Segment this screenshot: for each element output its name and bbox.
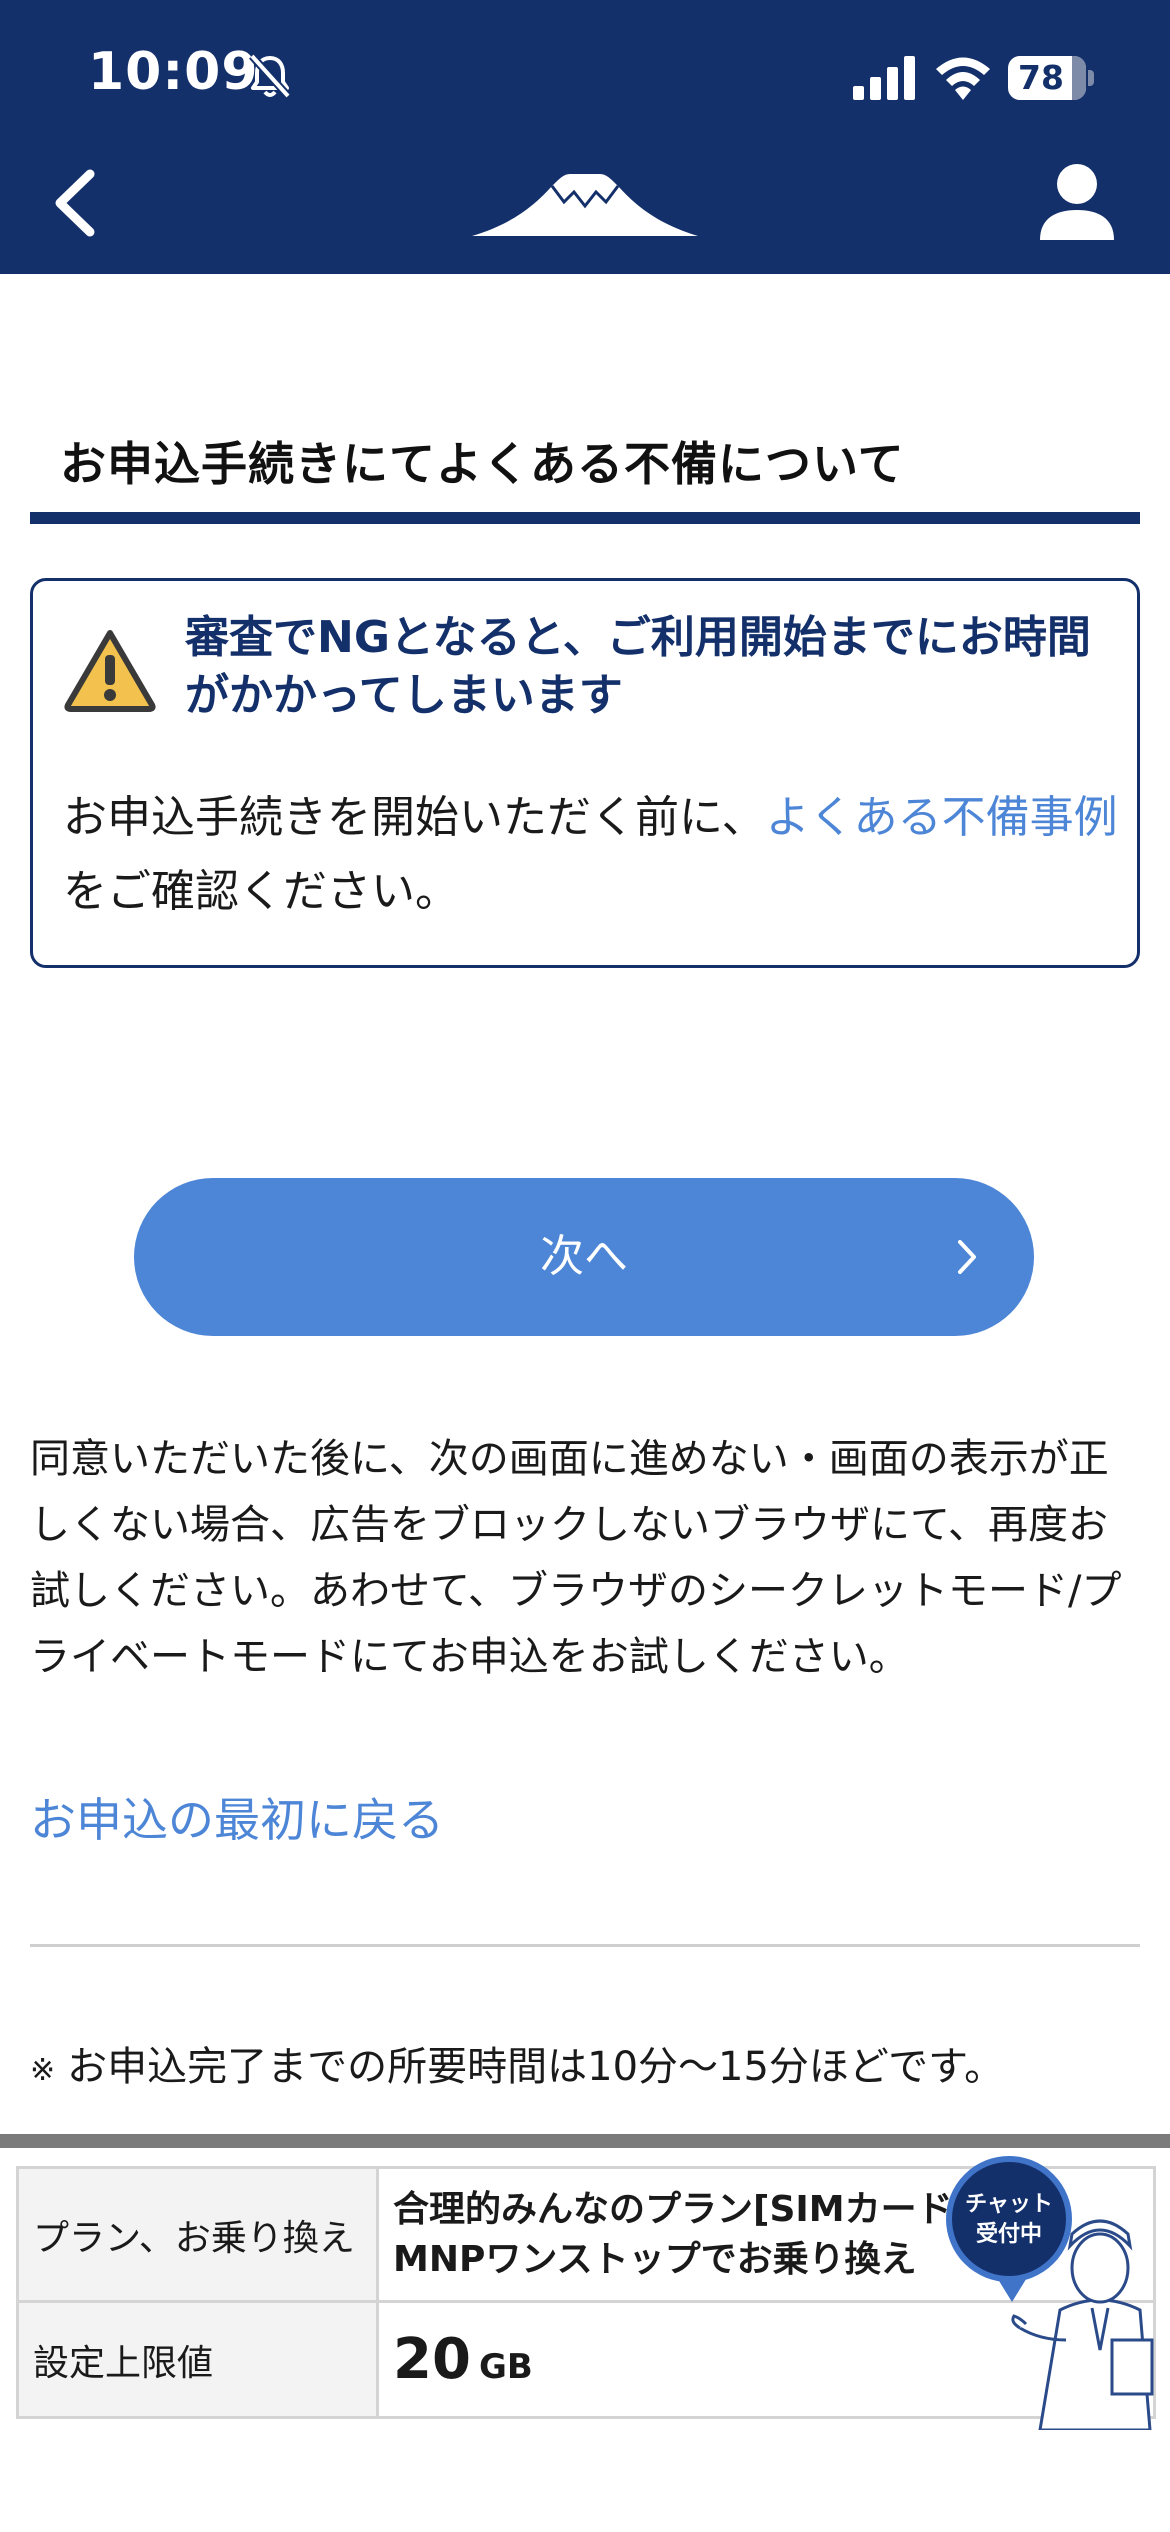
page-title: お申込手続きにてよくある不備について bbox=[60, 437, 905, 491]
battery-body: 78 bbox=[1008, 56, 1086, 100]
status-time: 10:09 bbox=[88, 42, 259, 102]
app-header: 10:09 78 bbox=[0, 0, 1170, 274]
common-errors-link[interactable]: よくある不備事例 bbox=[766, 792, 1118, 843]
note-mark: ※ bbox=[30, 2053, 56, 2088]
chevron-left-icon bbox=[55, 169, 95, 237]
data-cap-number: 20 bbox=[393, 2327, 471, 2392]
back-to-start-link[interactable]: お申込の最初に戻る bbox=[30, 1784, 444, 1850]
data-cap-label: 設定上限値 bbox=[16, 2300, 379, 2419]
title-underline bbox=[30, 512, 1140, 524]
warning-triangle-icon bbox=[64, 630, 156, 712]
account-button[interactable] bbox=[1036, 160, 1118, 246]
chat-support-widget[interactable]: チャット 受付中 bbox=[940, 2150, 1170, 2432]
battery-nub bbox=[1088, 70, 1094, 86]
data-cap-unit: GB bbox=[478, 2347, 533, 2387]
warning-notice-box: 審査でNGとなると、ご利用開始までにお時間がかかってしまいます お申込手続きを開… bbox=[30, 578, 1140, 968]
notice-heading: 審査でNGとなると、ご利用開始までにお時間がかかってしまいます bbox=[185, 612, 1091, 721]
back-button[interactable] bbox=[40, 160, 110, 246]
next-button-label: 次へ bbox=[540, 1231, 628, 1282]
summary-divider-band bbox=[0, 2134, 1170, 2148]
person-icon bbox=[1040, 164, 1114, 240]
wifi-icon bbox=[936, 57, 990, 100]
cellular-signal-icon bbox=[853, 56, 915, 100]
mountain-logo[interactable] bbox=[472, 172, 698, 238]
chat-bubble-tail bbox=[996, 2276, 1028, 2302]
battery-level: 78 bbox=[1018, 58, 1064, 97]
chat-bubble-line2: 受付中 bbox=[975, 2222, 1042, 2247]
notice-body: お申込手続きを開始いただく前に、よくある不備事例をご確認ください。 bbox=[63, 781, 1123, 929]
divider bbox=[30, 1944, 1140, 1947]
chevron-right-icon bbox=[958, 1240, 976, 1274]
note-text: お申込完了までの所要時間は10分〜15分ほどです。 bbox=[67, 2044, 1005, 2090]
notice-body-prefix: お申込手続きを開始いただく前に、 bbox=[63, 792, 766, 843]
battery-empty-portion bbox=[1072, 56, 1086, 100]
chat-bubble-line1: チャット bbox=[965, 2192, 1053, 2217]
duration-note: ※ お申込完了までの所要時間は10分〜15分ほどです。 bbox=[30, 2034, 1004, 2092]
plan-label: プラン、お乗り換え bbox=[16, 2166, 379, 2303]
battery-icon: 78 bbox=[1008, 56, 1094, 100]
bell-slash-icon bbox=[249, 53, 291, 99]
next-button[interactable]: 次へ bbox=[134, 1178, 1034, 1336]
browser-info-text: 同意いただいた後に、次の画面に進めない・画面の表示が正しくない場合、広告をブロッ… bbox=[30, 1436, 1122, 1680]
chat-bubble[interactable]: チャット 受付中 bbox=[946, 2156, 1072, 2282]
notice-body-suffix: をご確認ください。 bbox=[63, 866, 459, 917]
